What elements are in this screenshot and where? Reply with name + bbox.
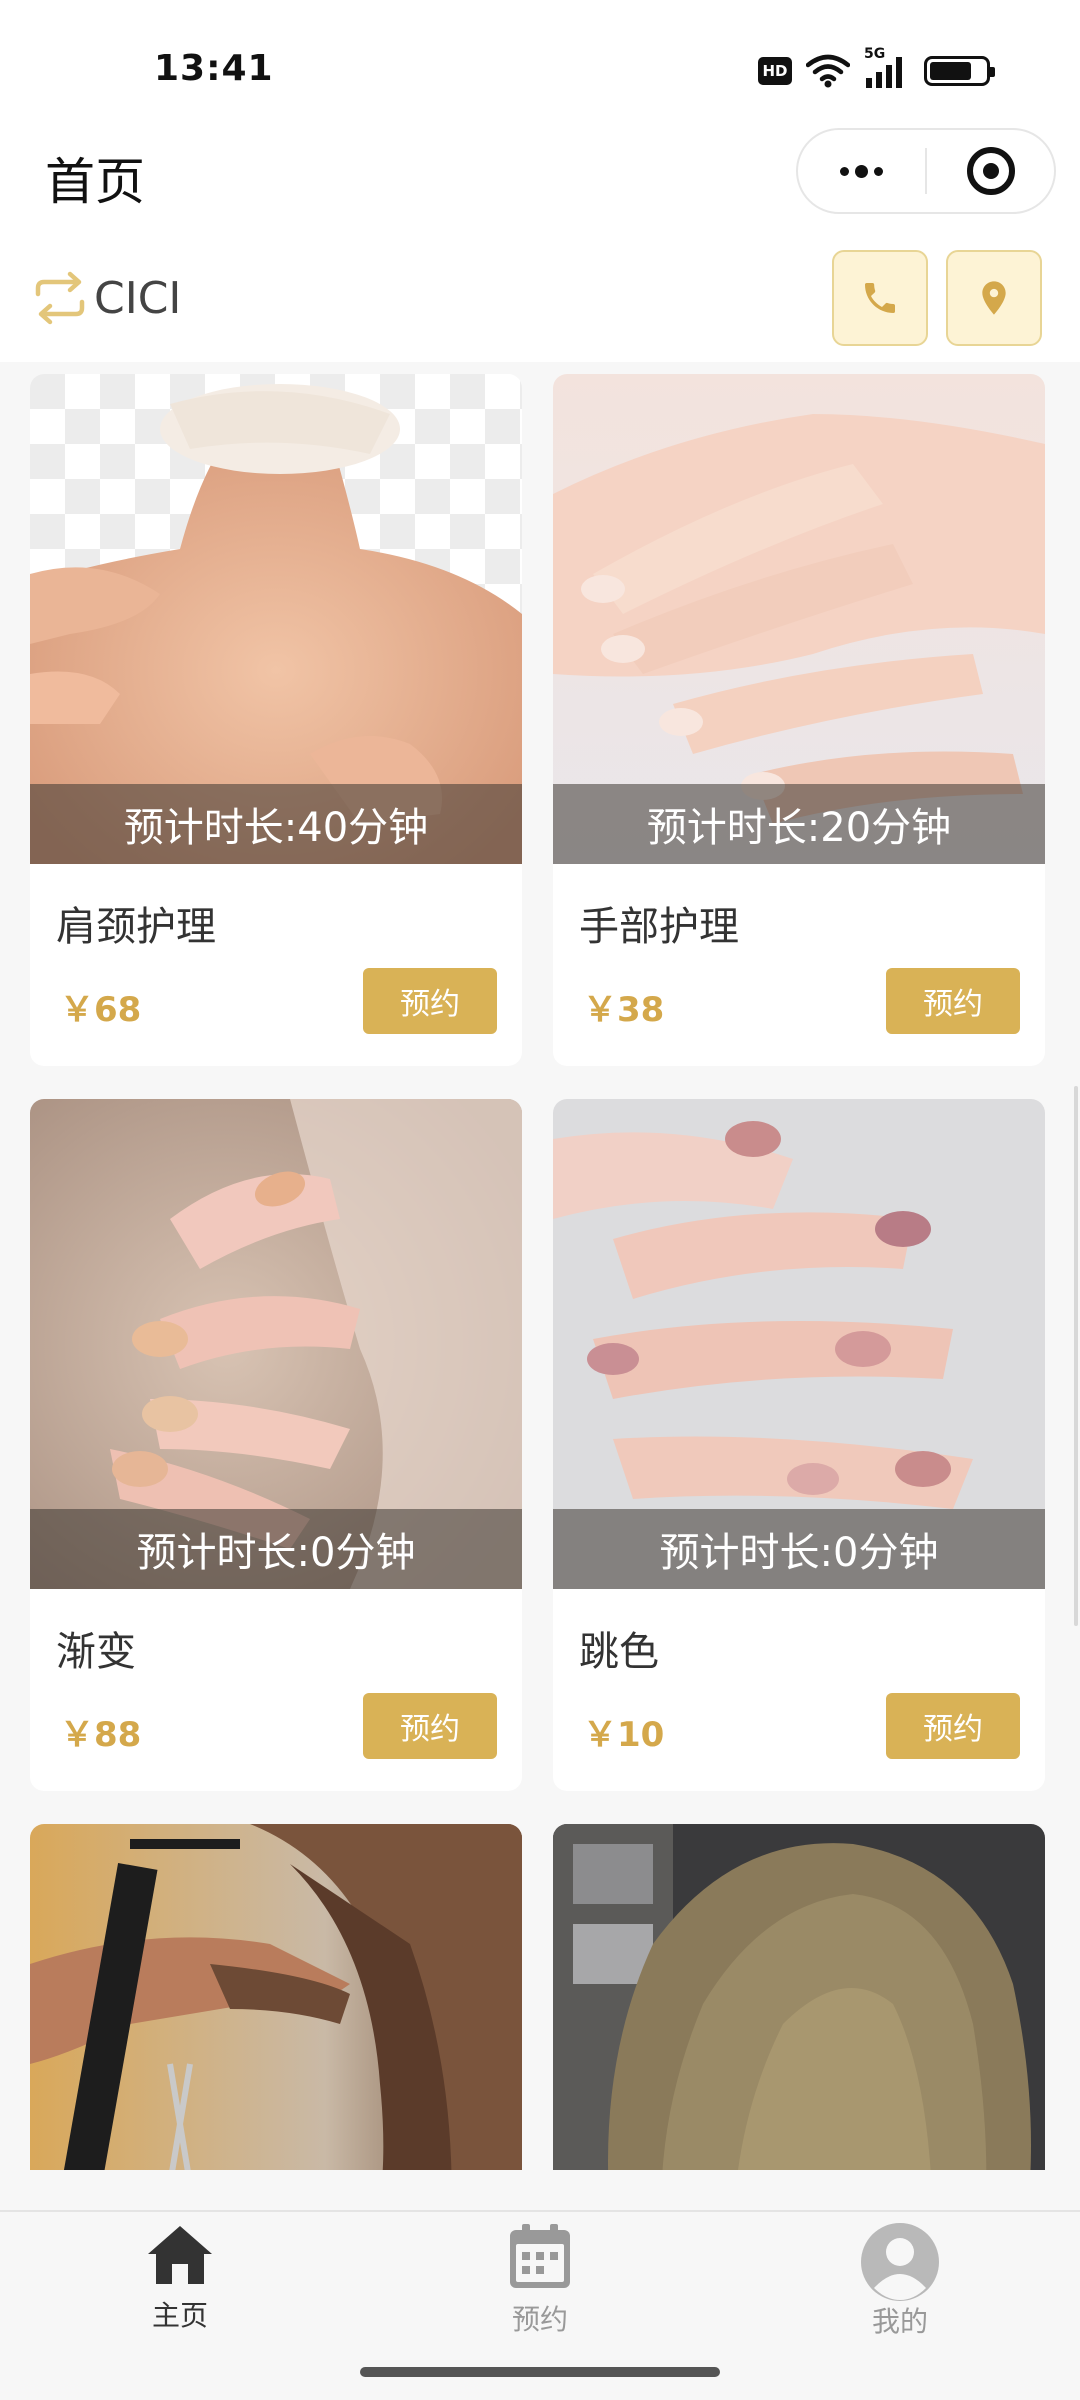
service-price: ￥88 [60,1715,142,1755]
service-name: 肩颈护理 [56,904,216,950]
nav-bar: 首页 [0,120,1080,240]
service-card[interactable]: 预计时长:20分钟 手部护理 ￥38 预约 [553,374,1045,1066]
tab-booking[interactable]: 预约 [440,2222,640,2352]
phone-icon [865,283,895,313]
tab-label: 我的 [871,2305,928,2338]
tab-label: 主页 [151,2299,208,2332]
service-image: 预计时长:0分钟 [553,1099,1045,1589]
service-image: 预计时长:40分钟 [30,374,522,864]
home-icon [148,2226,212,2284]
duration-overlay: 预计时长:40分钟 [30,784,522,864]
switch-icon [35,271,85,325]
duration-overlay: 预计时长:0分钟 [553,1509,1045,1589]
book-button[interactable]: 预约 [363,968,497,1034]
service-name: 跳色 [579,1629,659,1675]
service-price: ￥68 [60,990,142,1030]
tab-home[interactable]: 主页 [80,2222,280,2352]
status-bar: 13:41 HD 5G [0,0,1080,120]
tab-profile[interactable]: 我的 [800,2222,1000,2352]
service-card[interactable]: 预计时长:40分钟 肩颈护理 ￥68 预约 [30,374,522,1066]
hair-color-photo [553,1824,1045,2170]
status-icons: HD 5G [758,46,995,90]
service-name: 手部护理 [579,904,739,950]
cellular-signal: 5G [864,46,910,90]
book-button[interactable]: 预约 [363,1693,497,1759]
more-button[interactable] [798,130,925,212]
tab-label: 预约 [511,2303,568,2336]
service-price: ￥38 [583,990,665,1030]
status-time: 13:41 [154,48,274,89]
service-image: 预计时长:0分钟 [30,1099,522,1589]
target-icon [966,147,1015,195]
calendar-icon [510,2224,570,2288]
location-pin-icon [982,281,1006,315]
scrollbar[interactable] [1074,1086,1078,1626]
battery-icon [924,56,995,86]
battery-level [930,62,971,80]
shop-name: CICI [94,272,182,324]
service-list: 预计时长:40分钟 肩颈护理 ￥68 预约 预计时长:20分钟 手部护理 ￥38… [0,362,1080,2170]
more-icon [840,164,883,178]
service-price: ￥10 [583,1715,665,1755]
service-image: 预计时长:20分钟 [553,374,1045,864]
hd-badge: HD [758,57,792,85]
duration-overlay: 预计时长:20分钟 [553,784,1045,864]
location-button[interactable] [946,250,1042,346]
wifi-icon [806,54,850,88]
service-name: 渐变 [56,1629,136,1675]
shop-header: CICI [0,240,1080,362]
page-title: 首页 [45,153,145,211]
shop-actions [832,250,1042,346]
shop-switch-button[interactable]: CICI [32,270,181,326]
book-button[interactable]: 预约 [886,1693,1020,1759]
service-card[interactable]: 预计时长:0分钟 跳色 ￥10 预约 [553,1099,1045,1791]
service-card[interactable] [30,1824,522,2170]
close-mini-program-button[interactable] [927,130,1054,212]
haircut-photo [30,1824,522,2170]
profile-icon [861,2223,939,2301]
call-button[interactable] [832,250,928,346]
duration-overlay: 预计时长:0分钟 [30,1509,522,1589]
signal-icon [866,57,902,88]
book-button[interactable]: 预约 [886,968,1020,1034]
home-indicator [360,2367,720,2377]
service-card[interactable] [553,1824,1045,2170]
service-card[interactable]: 预计时长:0分钟 渐变 ￥88 预约 [30,1099,522,1791]
mini-program-capsule [796,128,1056,214]
